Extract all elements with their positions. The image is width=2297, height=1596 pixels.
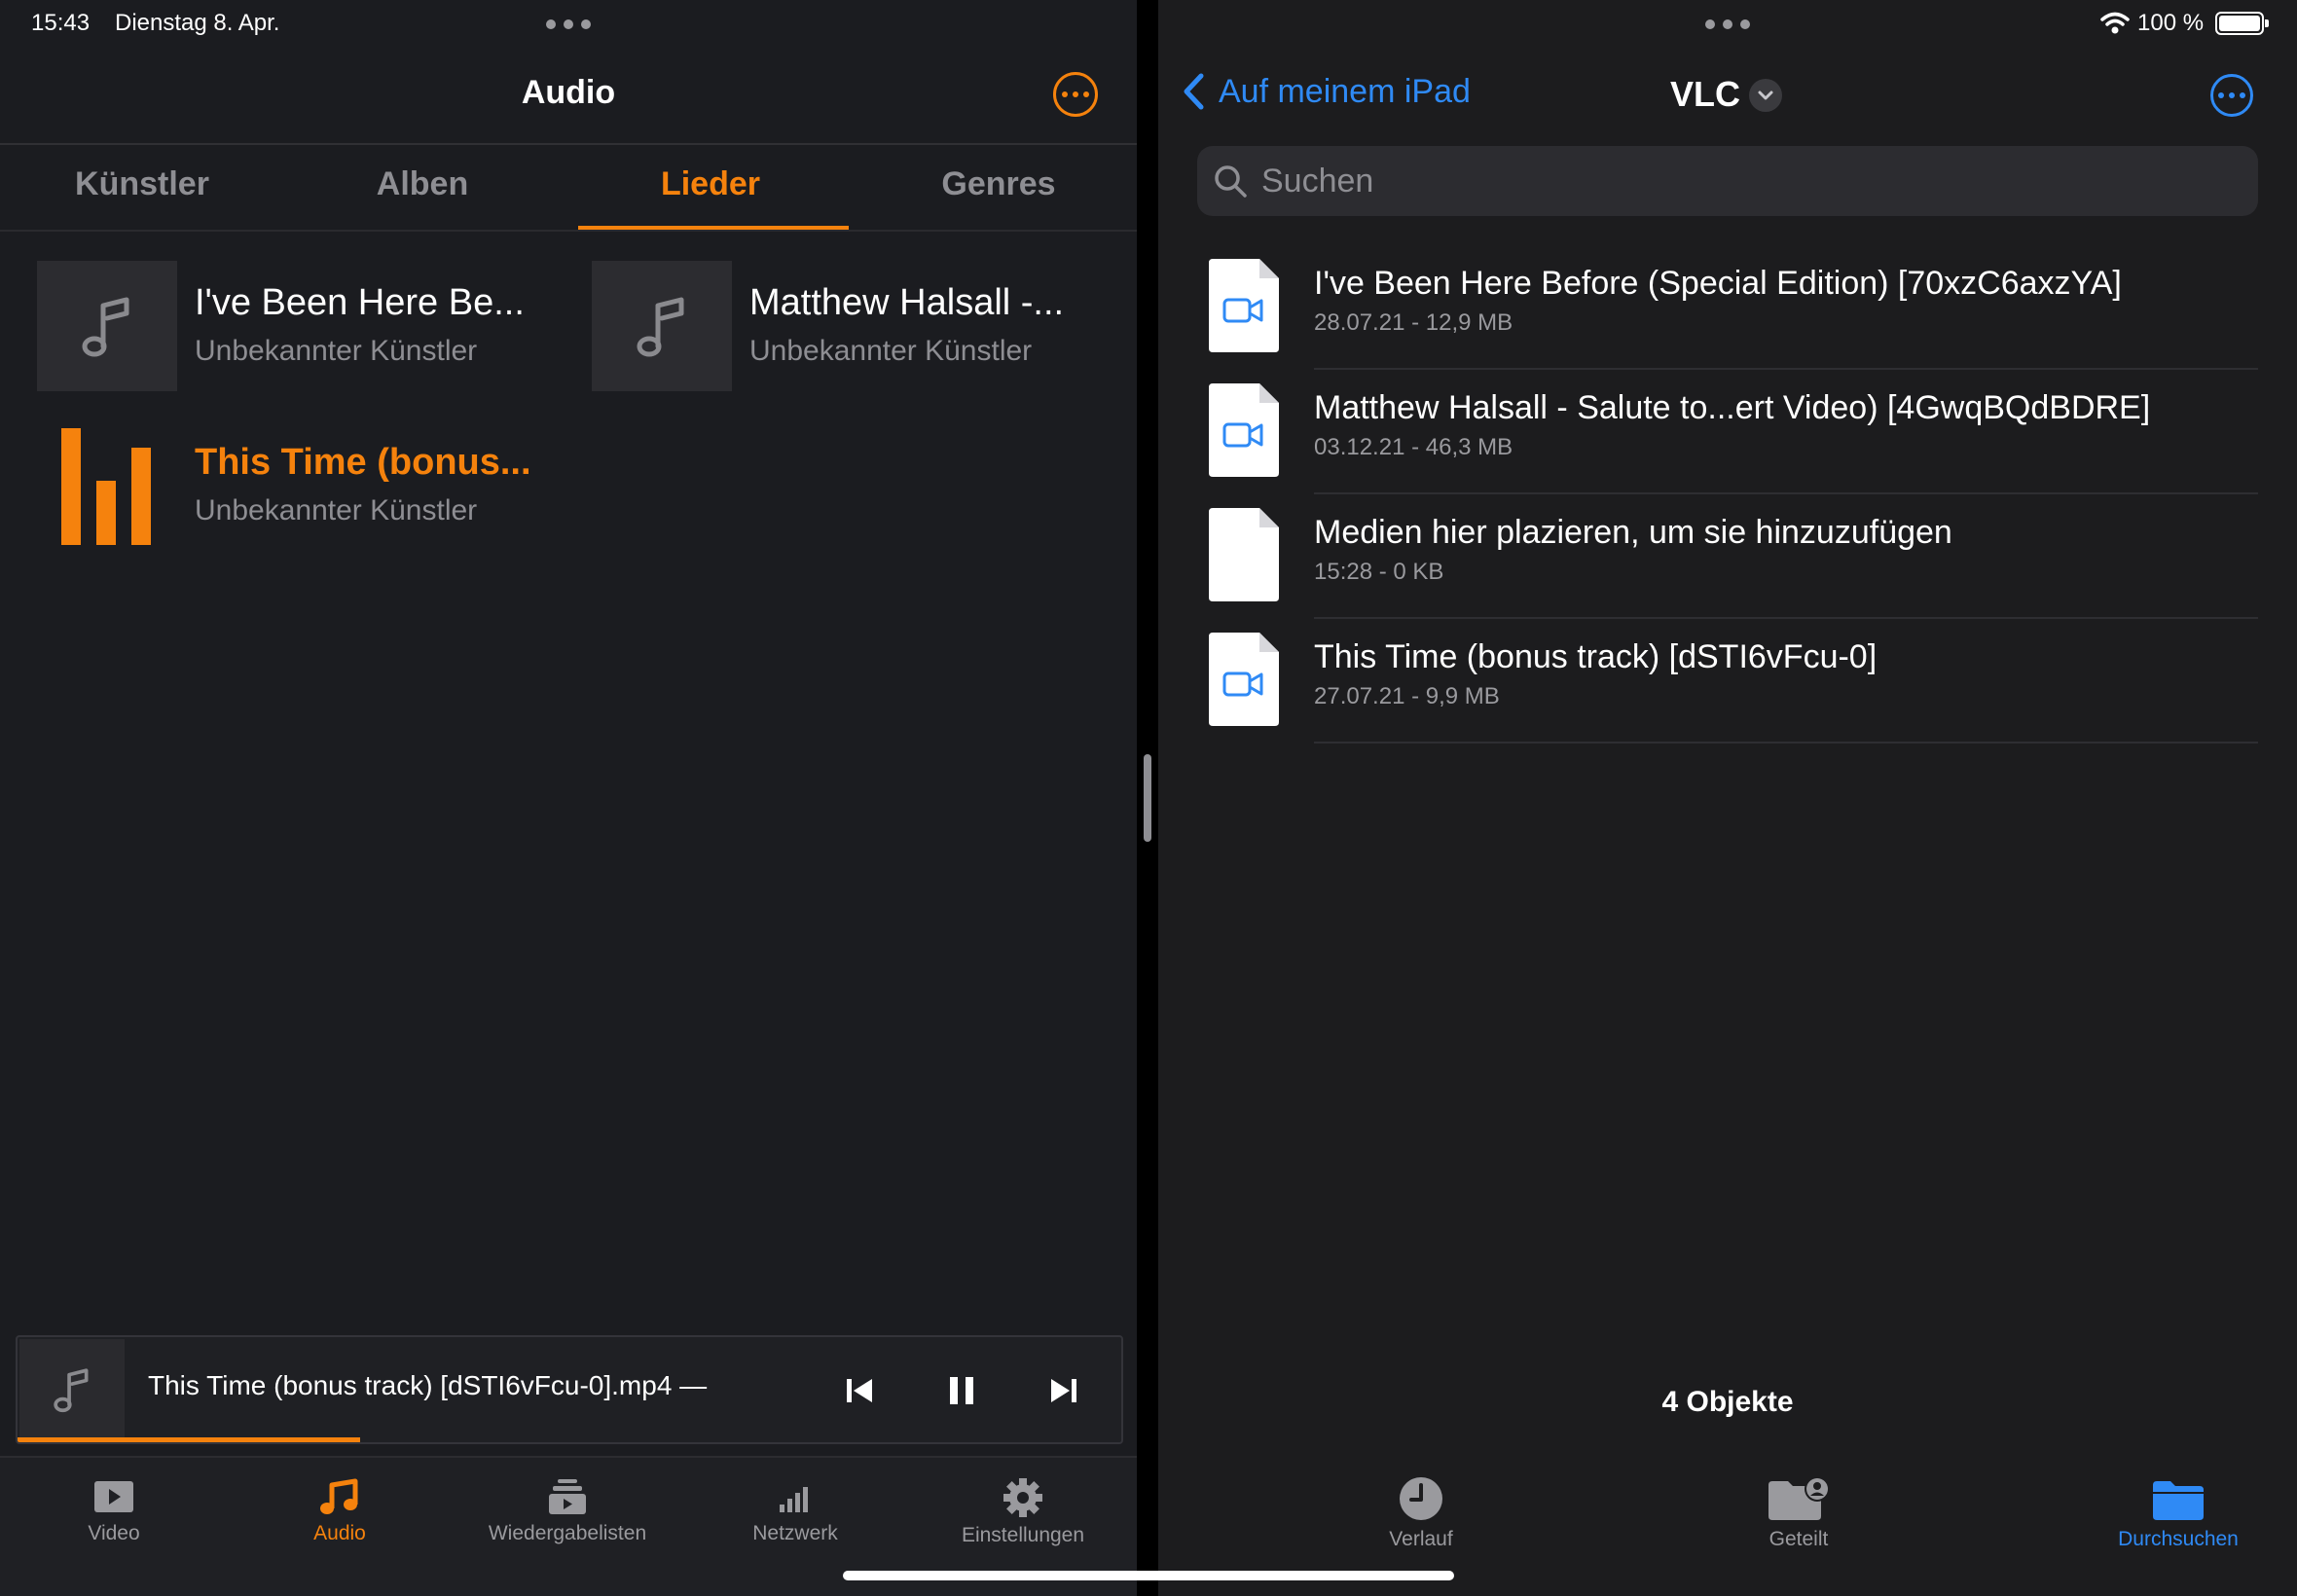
file-meta: 27.07.21 - 9,9 MB [1314, 683, 1500, 709]
mini-player[interactable]: This Time (bonus track) [dSTI6vFcu-0].mp… [16, 1335, 1123, 1444]
home-indicator[interactable] [843, 1571, 1454, 1580]
tabbar-item-einstellungen[interactable]: Einstellungen [909, 1477, 1137, 1547]
divider [1314, 742, 2258, 744]
tabbar-label: Geteilt [1768, 1528, 1829, 1550]
tabbar-label: Audio [313, 1522, 366, 1544]
song-item[interactable]: I've Been Here Be... Unbekannter Künstle… [37, 261, 563, 391]
playlists-icon [549, 1479, 586, 1514]
song-title: This Time (bonus... [195, 442, 531, 483]
music-note-icon [19, 1339, 125, 1440]
split-view-handle[interactable] [1144, 754, 1151, 842]
song-item-playing[interactable]: This Time (bonus... Unbekannter Künstler [37, 420, 563, 551]
battery-percentage: 100 % [2137, 10, 2205, 36]
tabbar-item-verlauf[interactable]: Verlauf [1304, 1475, 1538, 1551]
page-title: Audio [521, 74, 616, 111]
tab-kuenstler[interactable]: Künstler [0, 165, 284, 203]
song-title: I've Been Here Be... [195, 282, 525, 323]
back-button-label: Auf meinem iPad [1219, 72, 1471, 110]
wifi-icon [2100, 12, 2130, 34]
tab-genres[interactable]: Genres [857, 165, 1141, 203]
item-count: 4 Objekte [1661, 1386, 1794, 1418]
network-bars-icon [780, 1487, 808, 1512]
status-date: Dienstag 8. Apr. [115, 10, 280, 36]
music-note-icon [320, 1478, 358, 1514]
tabbar-label: Video [88, 1522, 140, 1544]
song-artist: Unbekannter Künstler [749, 335, 1033, 367]
video-play-icon [94, 1481, 133, 1512]
battery-icon [2215, 12, 2269, 35]
clock-icon [1400, 1477, 1442, 1520]
song-item[interactable]: Matthew Halsall -... Unbekannter Künstle… [592, 261, 1117, 391]
files-pane [1158, 0, 2297, 1596]
chevron-down-icon[interactable] [1749, 79, 1782, 112]
song-artist: Unbekannter Künstler [195, 335, 478, 367]
song-artist: Unbekannter Künstler [195, 494, 478, 526]
pause-button[interactable] [937, 1366, 986, 1415]
shared-folder-icon [1768, 1476, 1830, 1520]
equalizer-bars-icon [37, 420, 177, 551]
more-options-button[interactable] [1053, 72, 1098, 117]
gear-icon [1003, 1478, 1042, 1517]
divider [0, 143, 1137, 145]
tabbar-item-video[interactable]: Video [0, 1477, 228, 1545]
tabbar-label: Netzwerk [752, 1522, 838, 1544]
file-item[interactable]: This Time (bonus track) [dSTI6vFcu-0] 27… [1207, 619, 2258, 744]
tab-lieder[interactable]: Lieder [568, 165, 853, 203]
tabbar-label: Wiedergabelisten [488, 1522, 647, 1544]
previous-track-button[interactable] [835, 1366, 884, 1415]
status-time: 15:43 [31, 10, 91, 36]
video-file-icon [1209, 383, 1279, 477]
video-file-icon [1209, 633, 1279, 726]
search-field[interactable]: Suchen [1197, 146, 2258, 216]
video-file-icon [1209, 259, 1279, 352]
tabbar-label: Durchsuchen [2118, 1528, 2239, 1550]
file-item[interactable]: Matthew Halsall - Salute to...ert Video)… [1207, 370, 2258, 494]
tabbar-label: Verlauf [1389, 1528, 1453, 1550]
file-name: This Time (bonus track) [dSTI6vFcu-0] [1314, 638, 1878, 675]
tabbar-item-wiedergabelisten[interactable]: Wiedergabelisten [454, 1477, 681, 1545]
tabbar-label: Einstellungen [961, 1524, 1085, 1546]
playback-progress [18, 1437, 360, 1442]
file-meta: 03.12.21 - 46,3 MB [1314, 434, 1513, 460]
file-name: Matthew Halsall - Salute to...ert Video)… [1314, 389, 2151, 426]
next-track-button[interactable] [1039, 1366, 1088, 1415]
file-meta: 28.07.21 - 12,9 MB [1314, 309, 1513, 336]
tabbar-item-durchsuchen[interactable]: Durchsuchen [2061, 1475, 2295, 1551]
more-options-button[interactable] [2210, 74, 2253, 117]
multitasking-dots-icon[interactable] [546, 19, 591, 29]
folder-title[interactable]: VLC [1670, 74, 1740, 115]
song-title: Matthew Halsall -... [749, 282, 1065, 323]
music-note-icon [37, 261, 177, 391]
file-item[interactable]: I've Been Here Before (Special Edition) … [1207, 245, 2258, 370]
file-meta: 15:28 - 0 KB [1314, 559, 1444, 585]
music-note-icon [592, 261, 732, 391]
multitasking-dots-icon[interactable] [1705, 19, 1750, 29]
tabbar-item-netzwerk[interactable]: Netzwerk [681, 1477, 909, 1545]
folder-icon [2153, 1481, 2204, 1520]
chevron-left-icon [1184, 73, 1204, 110]
blank-file-icon [1209, 508, 1279, 601]
file-name: I've Been Here Before (Special Edition) … [1314, 265, 2122, 302]
tabbar-item-geteilt[interactable]: Geteilt [1682, 1475, 1915, 1551]
search-placeholder: Suchen [1261, 162, 1374, 200]
tabbar-item-audio[interactable]: Audio [226, 1477, 454, 1545]
divider [0, 230, 1137, 232]
tab-alben[interactable]: Alben [280, 165, 565, 203]
file-item[interactable]: Medien hier plazieren, um sie hinzuzufüg… [1207, 494, 2258, 619]
mini-player-title: This Time (bonus track) [dSTI6vFcu-0].mp… [148, 1370, 708, 1400]
file-name: Medien hier plazieren, um sie hinzuzufüg… [1314, 514, 1952, 551]
search-icon [1215, 165, 1247, 198]
back-button[interactable]: Auf meinem iPad [1182, 72, 1471, 111]
